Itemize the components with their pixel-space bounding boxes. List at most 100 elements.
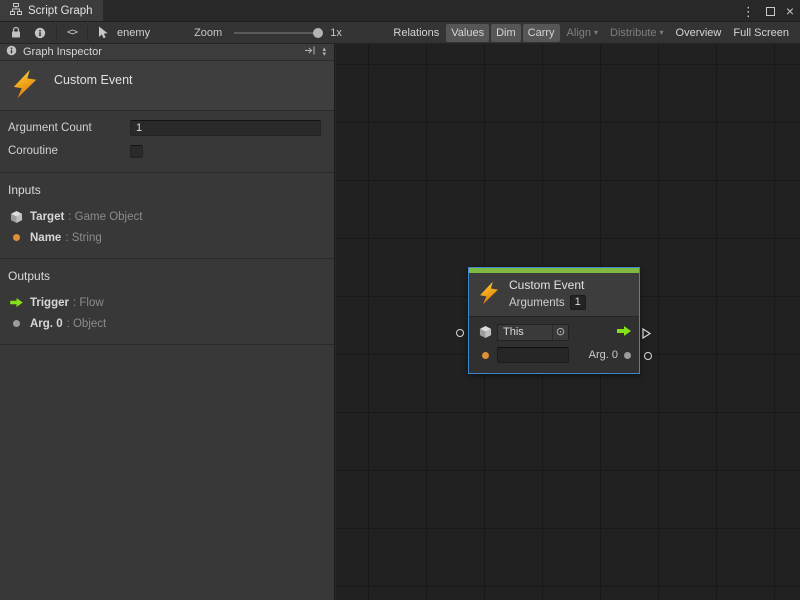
overview-button[interactable]: Overview xyxy=(671,24,727,42)
unit-fields: Argument Count Coroutine xyxy=(0,111,334,173)
toolbar-buttons: Relations Values Dim Carry Align▾ Distri… xyxy=(388,24,794,42)
node-row-name: Arg. 0 xyxy=(477,345,631,365)
align-dropdown-button[interactable]: Align▾ xyxy=(562,24,603,42)
distribute-label: Distribute xyxy=(610,27,656,39)
zoom-slider-knob[interactable] xyxy=(313,28,323,38)
port-name: Trigger xyxy=(30,297,69,309)
toolbar-separator xyxy=(56,26,57,40)
node-header-text: Custom Event Arguments 1 xyxy=(509,278,586,310)
window-menu-icon[interactable]: ⋮ xyxy=(742,5,755,18)
dock-icon[interactable] xyxy=(304,45,316,59)
carry-label: Carry xyxy=(528,27,555,39)
chevron-down-icon: ▾ xyxy=(660,29,664,37)
overview-label: Overview xyxy=(676,27,722,39)
relations-button[interactable]: Relations xyxy=(388,24,444,42)
trigger-output-port[interactable] xyxy=(642,328,651,339)
port-name: Name xyxy=(30,232,61,244)
port-name: Target xyxy=(30,211,64,223)
outputs-section: Outputs Trigger : Flow Arg. 0 : Object xyxy=(0,259,334,345)
tab-script-graph[interactable]: Script Graph xyxy=(0,0,103,21)
values-label: Values xyxy=(451,27,484,39)
port-row-trigger: Trigger : Flow xyxy=(8,292,326,313)
node-arguments-value[interactable]: 1 xyxy=(570,295,586,310)
zoom-value: 1x xyxy=(330,27,342,39)
flow-arrow-icon xyxy=(617,325,631,339)
custom-event-icon xyxy=(10,69,40,102)
unit-header: Custom Event xyxy=(0,61,334,111)
zoom-slider[interactable] xyxy=(234,32,320,34)
port-type: : String xyxy=(65,232,101,244)
tab-label: Script Graph xyxy=(28,5,93,17)
values-button[interactable]: Values xyxy=(446,24,489,42)
string-port-icon xyxy=(477,352,493,359)
object-port-icon xyxy=(8,320,24,327)
coroutine-checkbox[interactable] xyxy=(130,145,143,158)
arg0-label: Arg. 0 xyxy=(589,349,618,361)
lock-icon[interactable] xyxy=(4,22,28,43)
cursor-icon xyxy=(92,22,115,43)
string-port-icon xyxy=(8,234,24,241)
target-dropdown[interactable]: This ⊙ xyxy=(497,324,569,341)
unity-visual-scripting-window: Script Graph ⋮ × <> enemy Zoom 1x Relati… xyxy=(0,0,800,600)
dim-label: Dim xyxy=(496,27,516,39)
graph-breadcrumb[interactable]: enemy xyxy=(117,27,150,39)
argument-count-label: Argument Count xyxy=(8,122,130,134)
node-arguments-label: Arguments xyxy=(509,296,565,310)
zoom-label: Zoom xyxy=(194,27,222,39)
inspector-title: Graph Inspector xyxy=(23,46,102,58)
window-titlebar: Script Graph ⋮ × xyxy=(0,0,800,22)
stepper-down-icon[interactable]: ▾ xyxy=(322,52,326,57)
inputs-heading: Inputs xyxy=(8,183,326,197)
outputs-heading: Outputs xyxy=(8,269,326,283)
port-row-arg0: Arg. 0 : Object xyxy=(8,313,326,334)
custom-event-node[interactable]: Custom Event Arguments 1 xyxy=(468,267,640,374)
window-maximize-icon[interactable] xyxy=(766,7,775,16)
carry-button[interactable]: Carry xyxy=(523,24,560,42)
graph-inspector-panel: Graph Inspector ▴ ▾ Custom Event xyxy=(0,44,335,600)
port-type: : Game Object xyxy=(68,211,142,223)
argument-count-row: Argument Count xyxy=(8,119,321,137)
chevron-down-icon: ▾ xyxy=(594,29,598,37)
coroutine-row: Coroutine xyxy=(8,142,321,160)
object-port-icon xyxy=(624,352,631,359)
fullscreen-label: Full Screen xyxy=(733,27,789,39)
custom-event-icon xyxy=(477,281,501,308)
gameobject-cube-icon xyxy=(8,210,24,224)
dim-button[interactable]: Dim xyxy=(491,24,521,42)
port-name: Arg. 0 xyxy=(30,318,63,330)
script-graph-icon xyxy=(10,3,22,18)
fullscreen-button[interactable]: Full Screen xyxy=(728,24,794,42)
toolbar-separator xyxy=(87,26,88,40)
window-controls: ⋮ × xyxy=(742,0,794,22)
port-row-name: Name : String xyxy=(8,227,326,248)
relations-label: Relations xyxy=(393,27,439,39)
info-icon[interactable] xyxy=(28,22,52,43)
argument-count-input[interactable] xyxy=(130,120,321,136)
port-type: : Object xyxy=(67,318,107,330)
event-name-input[interactable] xyxy=(497,347,569,363)
inputs-section: Inputs Target : Game Object Name : Strin… xyxy=(0,173,334,259)
node-row-target: This ⊙ xyxy=(477,322,631,342)
arg0-output-port[interactable] xyxy=(644,352,652,360)
stepper-icon[interactable]: ▴ ▾ xyxy=(322,47,328,57)
target-dropdown-value: This xyxy=(498,326,552,338)
graph-canvas[interactable]: Custom Event Arguments 1 xyxy=(336,44,800,600)
target-input-port[interactable] xyxy=(456,329,464,337)
graph-toolbar: <> enemy Zoom 1x Relations Values Dim Ca… xyxy=(0,22,800,44)
node-header[interactable]: Custom Event Arguments 1 xyxy=(469,273,639,316)
window-close-icon[interactable]: × xyxy=(786,4,794,18)
gameobject-cube-icon xyxy=(477,325,493,339)
node-title: Custom Event xyxy=(509,278,586,293)
code-view-icon[interactable]: <> xyxy=(61,22,83,43)
info-icon xyxy=(6,45,17,59)
inspector-header: Graph Inspector ▴ ▾ xyxy=(0,44,334,61)
port-type: : Flow xyxy=(73,297,104,309)
target-picker-icon[interactable]: ⊙ xyxy=(552,325,568,340)
node-body: This ⊙ Arg. 0 xyxy=(469,316,639,373)
unit-title: Custom Event xyxy=(54,73,133,87)
coroutine-label: Coroutine xyxy=(8,145,130,157)
port-row-target: Target : Game Object xyxy=(8,206,326,227)
node-arguments: Arguments 1 xyxy=(509,295,586,310)
flow-arrow-icon xyxy=(8,298,24,307)
distribute-dropdown-button[interactable]: Distribute ▾ xyxy=(605,24,668,42)
